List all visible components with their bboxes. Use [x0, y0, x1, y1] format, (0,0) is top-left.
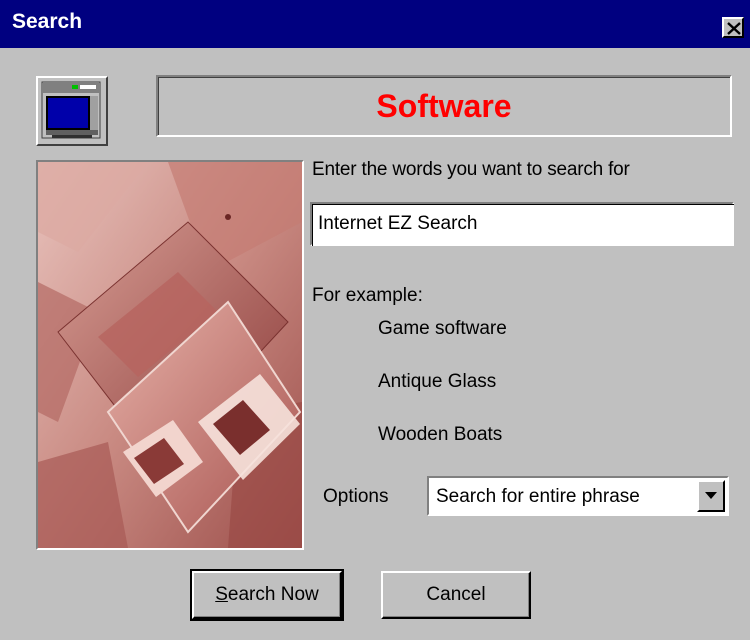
example-item: Antique Glass: [378, 371, 497, 392]
window-title: Search: [12, 10, 83, 33]
close-icon: [727, 22, 741, 35]
search-input-frame: [310, 202, 734, 246]
computer-monitor-icon: [36, 76, 108, 146]
search-prompt-label: Enter the words you want to search for: [312, 159, 630, 180]
search-now-label: earch Now: [227, 584, 319, 605]
search-dialog: Search Software Enter the words you want…: [0, 0, 750, 640]
title-bar[interactable]: Search: [0, 0, 750, 48]
options-select[interactable]: Search for entire phrase: [427, 476, 729, 516]
category-title: Software: [376, 87, 512, 124]
example-item: Game software: [378, 318, 507, 339]
floppy-disks-photo: [36, 160, 304, 550]
example-item: Wooden Boats: [378, 424, 503, 445]
chevron-down-icon: [705, 492, 717, 499]
category-banner: Software: [156, 75, 732, 137]
search-input[interactable]: [310, 202, 734, 246]
cancel-button[interactable]: Cancel: [381, 571, 531, 619]
search-now-button[interactable]: Search Now: [190, 569, 344, 621]
close-button[interactable]: [722, 17, 744, 38]
options-selected-value: Search for entire phrase: [436, 486, 640, 507]
options-label: Options: [323, 486, 389, 507]
search-now-mnemonic: S: [215, 584, 228, 605]
examples-label: For example:: [312, 285, 423, 306]
options-dropdown-button[interactable]: [697, 480, 725, 512]
